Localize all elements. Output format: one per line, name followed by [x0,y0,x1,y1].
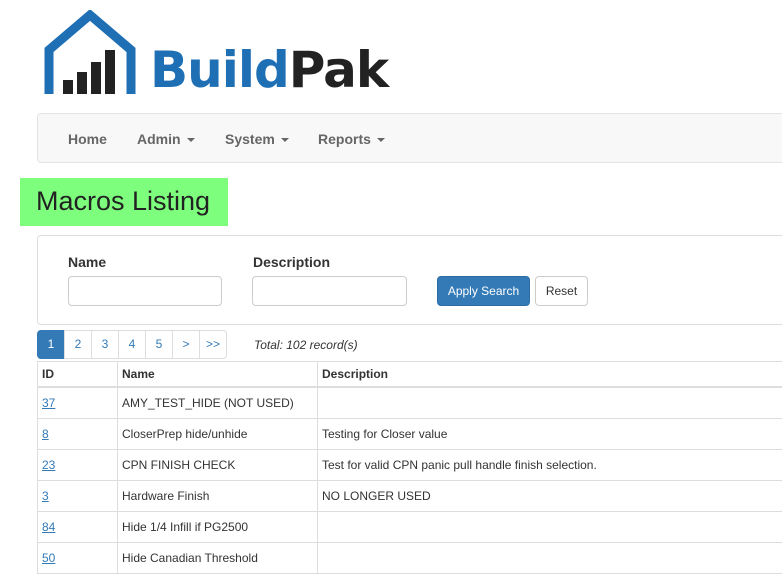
pagination: 1 2 3 4 5 > >> [37,330,227,359]
table-row: 50 Hide Canadian Threshold [38,543,782,574]
nav-admin[interactable]: Admin [137,114,195,164]
macro-id-link[interactable]: 23 [42,458,55,472]
table-row: 8 CloserPrep hide/unhide Testing for Clo… [38,419,782,450]
brand-part-pak: Pak [289,41,388,99]
page-2-button[interactable]: 2 [64,330,92,359]
id-cell: 50 [38,543,118,574]
macros-table: ID Name Description 37 AMY_TEST_HIDE (NO… [37,361,782,574]
macro-id-link[interactable]: 8 [42,427,49,441]
macro-id-link[interactable]: 84 [42,520,55,534]
id-cell: 23 [38,450,118,481]
name-label: Name [68,254,106,270]
name-cell: CPN FINISH CHECK [118,450,318,481]
nav-admin-label: Admin [137,131,181,147]
reset-button[interactable]: Reset [535,276,588,306]
macro-id-link[interactable]: 50 [42,551,55,565]
id-cell: 84 [38,512,118,543]
description-label: Description [253,254,330,270]
nav-system[interactable]: System [225,114,289,164]
column-header-id[interactable]: ID [38,362,118,388]
description-cell: Testing for Closer value [318,419,782,450]
description-cell [318,387,782,419]
house-chart-icon [44,10,136,98]
macro-id-link[interactable]: 3 [42,489,49,503]
name-cell: Hardware Finish [118,481,318,512]
table-row: 84 Hide 1/4 Infill if PG2500 [38,512,782,543]
macro-id-link[interactable]: 37 [42,396,55,410]
table-row: 23 CPN FINISH CHECK Test for valid CPN p… [38,450,782,481]
nav-reports[interactable]: Reports [318,114,385,164]
brand-part-build: Build [150,41,289,99]
table-row: 37 AMY_TEST_HIDE (NOT USED) [38,387,782,419]
buildpak-logo[interactable]: BuildPak [44,10,384,100]
page-1-button[interactable]: 1 [37,330,65,359]
description-cell [318,543,782,574]
search-panel: Name Description Apply Search Reset [37,235,782,325]
page-5-button[interactable]: 5 [145,330,173,359]
brand-name: BuildPak [150,40,388,100]
nav-home[interactable]: Home [68,114,107,164]
nav-system-label: System [225,131,275,147]
description-cell [318,512,782,543]
id-cell: 3 [38,481,118,512]
id-cell: 37 [38,387,118,419]
id-cell: 8 [38,419,118,450]
page-3-button[interactable]: 3 [91,330,119,359]
main-navbar: Home Admin System Reports [37,113,782,163]
page-title: Macros Listing [20,178,228,226]
name-cell: Hide Canadian Threshold [118,543,318,574]
nav-reports-label: Reports [318,131,371,147]
name-cell: AMY_TEST_HIDE (NOT USED) [118,387,318,419]
table-row: 3 Hardware Finish NO LONGER USED [38,481,782,512]
name-cell: Hide 1/4 Infill if PG2500 [118,512,318,543]
nav-home-label: Home [68,131,107,147]
apply-search-button[interactable]: Apply Search [437,276,530,306]
last-page-button[interactable]: >> [199,330,227,359]
column-header-description[interactable]: Description [318,362,782,388]
caret-down-icon [377,138,385,142]
name-input[interactable] [68,276,222,306]
caret-down-icon [281,138,289,142]
page-4-button[interactable]: 4 [118,330,146,359]
caret-down-icon [187,138,195,142]
table-header-row: ID Name Description [38,362,782,388]
total-records: Total: 102 record(s) [254,338,358,352]
description-cell: Test for valid CPN panic pull handle fin… [318,450,782,481]
next-page-button[interactable]: > [172,330,200,359]
description-input[interactable] [252,276,407,306]
name-cell: CloserPrep hide/unhide [118,419,318,450]
column-header-name[interactable]: Name [118,362,318,388]
description-cell: NO LONGER USED [318,481,782,512]
